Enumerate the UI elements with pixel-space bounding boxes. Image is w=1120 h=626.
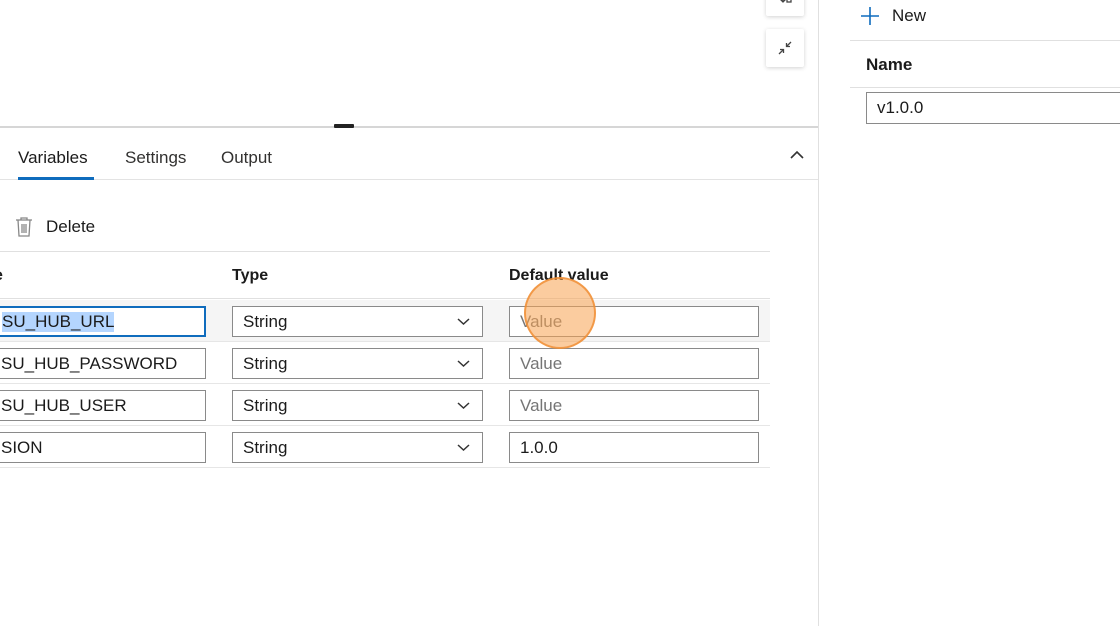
variable-name-input[interactable]: SU_HUB_PASSWORD xyxy=(0,348,206,379)
default-value-placeholder: Value xyxy=(520,353,563,373)
trash-icon xyxy=(16,217,32,237)
tab-bar: Variables Settings Output xyxy=(0,128,818,180)
default-value-input[interactable]: Value xyxy=(509,390,759,421)
variable-type-select[interactable]: String xyxy=(232,432,483,463)
table-row: SU_HUB_PASSWORD String Value xyxy=(0,342,770,384)
chevron-down-icon xyxy=(457,360,470,368)
variable-type-select[interactable]: String xyxy=(232,348,483,379)
default-value-value: 1.0.0 xyxy=(520,437,558,457)
tab-settings[interactable]: Settings xyxy=(125,148,186,168)
restore-icon xyxy=(780,0,792,3)
name-input[interactable]: v1.0.0 xyxy=(866,92,1120,124)
minimize-button[interactable] xyxy=(766,29,804,67)
variable-name-value: SU_HUB_USER xyxy=(1,395,127,415)
chevron-up-icon[interactable] xyxy=(788,148,806,162)
type-select-value: String xyxy=(243,353,288,373)
tab-output[interactable]: Output xyxy=(221,148,272,168)
chevron-down-icon xyxy=(457,444,470,452)
type-select-value: String xyxy=(243,395,288,415)
variables-toolbar: Delete xyxy=(0,180,770,252)
tab-variables[interactable]: Variables xyxy=(18,148,88,168)
variable-type-select[interactable]: String xyxy=(232,306,483,337)
variable-name-input[interactable]: SU_HUB_URL xyxy=(0,306,206,337)
type-select-value: String xyxy=(243,311,288,331)
column-header-type: Type xyxy=(232,267,269,284)
name-input-value: v1.0.0 xyxy=(877,98,924,117)
selected-text: SU_HUB_URL xyxy=(2,311,115,332)
chevron-down-icon xyxy=(457,318,470,326)
type-select-value: String xyxy=(243,437,288,457)
divider xyxy=(850,87,1120,88)
variable-type-select[interactable]: String xyxy=(232,390,483,421)
panel-divider xyxy=(818,0,819,626)
column-header-name: e xyxy=(0,267,3,285)
delete-label: Delete xyxy=(46,217,96,236)
column-header-name: Name xyxy=(866,55,913,74)
plus-icon xyxy=(861,7,879,25)
table-row: SU_HUB_USER String Value xyxy=(0,384,770,426)
minimize-icon xyxy=(778,41,792,55)
chevron-down-icon xyxy=(457,402,470,410)
new-button[interactable]: New xyxy=(860,6,926,26)
new-label: New xyxy=(892,6,927,25)
delete-button[interactable]: Delete xyxy=(14,216,95,238)
default-value-placeholder: Value xyxy=(520,395,563,415)
restore-button[interactable] xyxy=(766,0,804,16)
default-value-input[interactable]: 1.0.0 xyxy=(509,432,759,463)
table-row: SU_HUB_URL String Value xyxy=(0,300,770,342)
variable-name-input[interactable]: SION xyxy=(0,432,206,463)
table-header: e Type Default value xyxy=(0,253,770,299)
variable-name-value: SU_HUB_PASSWORD xyxy=(1,353,178,373)
variable-name-input[interactable]: SU_HUB_USER xyxy=(0,390,206,421)
table-row: SION String 1.0.0 xyxy=(0,426,770,468)
divider xyxy=(850,40,1120,41)
variable-name-value: SION xyxy=(1,437,43,457)
default-value-input[interactable]: Value xyxy=(509,348,759,379)
click-indicator xyxy=(524,277,596,349)
